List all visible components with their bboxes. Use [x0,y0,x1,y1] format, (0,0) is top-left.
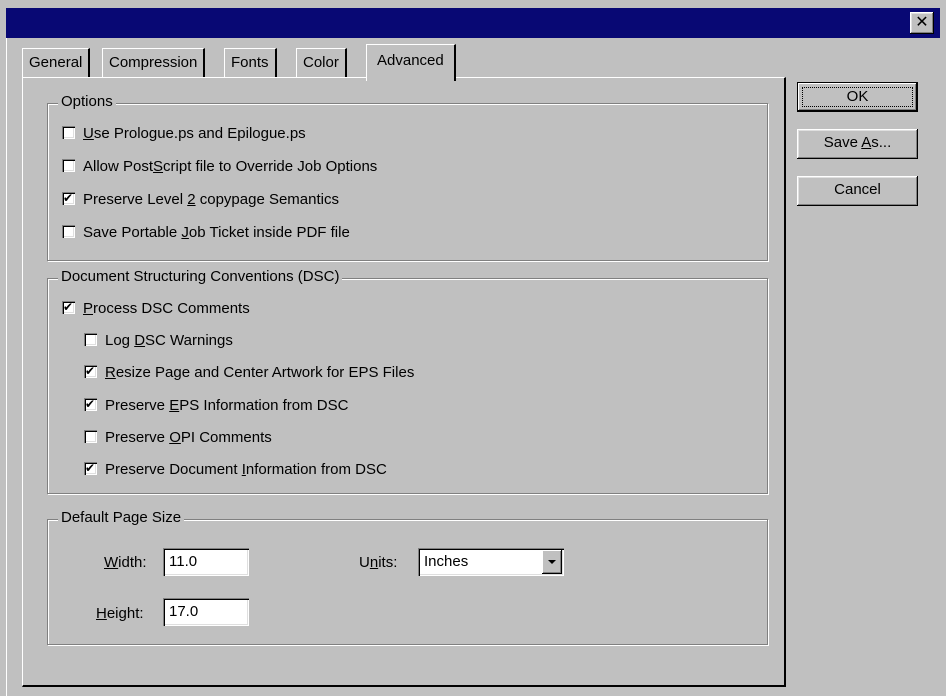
units-label: Units: [359,554,398,571]
page-size-group-title: Default Page Size [58,509,185,526]
units-select[interactable]: Inches [418,548,564,576]
save-as-button[interactable]: Save As... [797,129,918,159]
checkbox-box[interactable]: ✔ [84,460,97,475]
dsc-group-title: Document Structuring Conventions (DSC) [58,268,343,285]
check-icon: ✔ [63,299,74,314]
tab-fonts-label: Fonts [231,54,269,71]
preserve-opi-checkbox[interactable]: Preserve OPI Comments [84,427,272,449]
close-icon[interactable]: ✕ [910,12,934,34]
width-input[interactable]: 11.0 [163,548,249,576]
tab-advanced[interactable]: Advanced [366,44,456,81]
chevron-down-icon[interactable] [542,550,562,574]
allow-postscript-override-checkbox[interactable]: Allow PostScript file to Override Job Op… [62,156,377,178]
tab-advanced-label: Advanced [377,52,444,69]
check-icon: ✔ [85,396,96,411]
page-size-group: Default Page Size Width: 11.0 Units: Inc… [47,509,768,645]
check-icon: ✔ [85,363,96,378]
checkbox-box[interactable] [62,125,75,139]
save-job-ticket-checkbox[interactable]: Save Portable Job Ticket inside PDF file [62,222,350,244]
tab-compression[interactable]: Compression [102,48,206,78]
preserve-copypage-checkbox[interactable]: ✔ Preserve Level 2 copypage Semantics [62,189,339,211]
height-label: Height: [96,605,144,622]
tab-color[interactable]: Color [296,48,347,78]
log-dsc-warnings-checkbox[interactable]: Log DSC Warnings [84,330,233,352]
checkbox-box[interactable] [84,332,97,346]
checkbox-box[interactable]: ✔ [62,190,75,205]
resize-page-checkbox[interactable]: ✔ Resize Page and Center Artwork for EPS … [84,362,414,384]
height-input[interactable]: 17.0 [163,598,249,626]
checkbox-box[interactable]: ✔ [84,396,97,411]
checkbox-box[interactable] [84,429,97,443]
tab-fonts[interactable]: Fonts [224,48,277,78]
options-group: Options Use Prologue.ps and Epilogue.ps … [47,93,768,261]
tab-color-label: Color [303,54,339,71]
cancel-label: Cancel [834,181,881,198]
cancel-button[interactable]: Cancel [797,176,918,206]
width-label: Width: [104,554,147,571]
options-group-title: Options [58,93,116,110]
check-icon: ✔ [63,190,74,205]
process-dsc-checkbox[interactable]: ✔ Process DSC Comments [62,298,250,320]
tab-compression-label: Compression [109,54,198,71]
focus-rectangle [802,87,913,107]
units-value: Inches [424,553,469,570]
use-prologue-checkbox[interactable]: Use Prologue.ps and Epilogue.ps [62,123,306,145]
preserve-doc-info-checkbox[interactable]: ✔ Preserve Document Information from DSC [84,459,387,481]
tab-general-label: General [29,54,83,71]
checkbox-box[interactable]: ✔ [84,363,97,378]
tab-general[interactable]: General [22,48,91,78]
ok-button[interactable]: OK [797,82,918,112]
checkbox-box[interactable] [62,158,75,172]
checkbox-box[interactable] [62,224,75,238]
preserve-eps-info-checkbox[interactable]: ✔ Preserve EPS Information from DSC [84,395,348,417]
dsc-group: Document Structuring Conventions (DSC) ✔… [47,268,768,494]
advanced-tab-panel: Options Use Prologue.ps and Epilogue.ps … [22,77,786,687]
checkbox-box[interactable]: ✔ [62,299,75,314]
window-border [6,38,7,696]
check-icon: ✔ [85,460,96,475]
title-bar: ✕ [6,8,940,38]
